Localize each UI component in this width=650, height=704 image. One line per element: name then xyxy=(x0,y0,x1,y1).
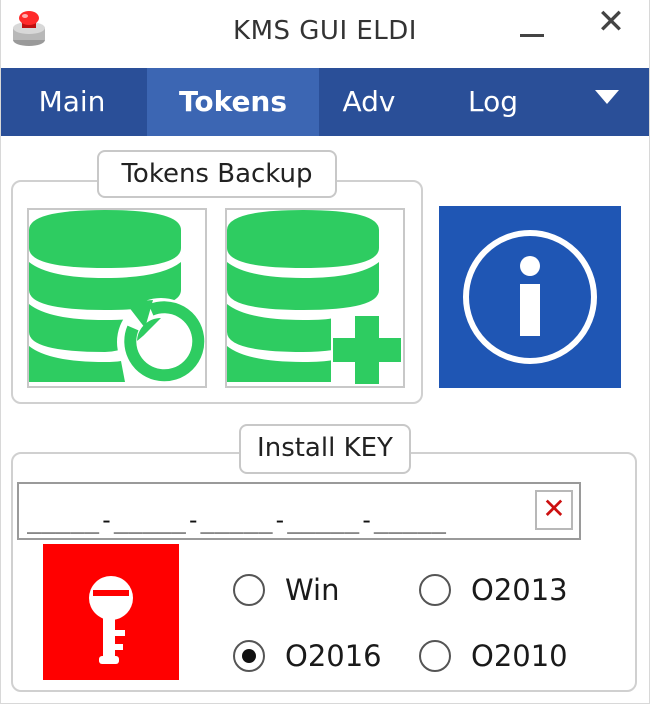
add-token-button[interactable] xyxy=(225,208,405,388)
tab-adv[interactable]: Adv xyxy=(319,68,419,136)
clear-icon: ✕ xyxy=(542,492,566,525)
install-key-button[interactable] xyxy=(43,544,179,680)
clear-key-button[interactable]: ✕ xyxy=(535,490,573,530)
chevron-down-icon[interactable] xyxy=(595,90,619,104)
restore-tokens-button[interactable] xyxy=(27,208,207,388)
database-restore-icon xyxy=(29,210,205,386)
tab-bar: Main Tokens Adv Log xyxy=(1,68,649,136)
radio-circle xyxy=(419,640,451,672)
radio-selected-dot xyxy=(242,649,256,663)
tab-tokens[interactable]: Tokens xyxy=(147,68,319,136)
install-key-label: Install KEY xyxy=(239,424,411,474)
tokens-backup-label: Tokens Backup xyxy=(97,150,337,198)
info-icon xyxy=(463,230,597,364)
tab-log[interactable]: Log xyxy=(433,68,553,136)
radio-circle xyxy=(233,640,265,672)
radio-label: O2013 xyxy=(471,573,568,607)
kms-window: KMS GUI ELDI ✕ Main Tokens Adv Log Token… xyxy=(0,0,650,704)
info-button[interactable] xyxy=(439,206,621,388)
key-icon xyxy=(89,576,133,664)
close-icon: ✕ xyxy=(596,2,626,42)
title-bar[interactable]: KMS GUI ELDI ✕ xyxy=(1,0,649,66)
radio-circle xyxy=(419,574,451,606)
radio-label: Win xyxy=(285,573,340,607)
radio-label: O2010 xyxy=(471,639,568,673)
tab-main[interactable]: Main xyxy=(1,68,143,136)
radio-circle xyxy=(233,574,265,606)
minimize-icon xyxy=(520,34,544,37)
close-button[interactable]: ✕ xyxy=(585,0,637,48)
minimize-button[interactable] xyxy=(506,8,556,52)
product-key-field: ✕ xyxy=(17,482,581,540)
database-add-icon xyxy=(227,210,403,386)
radio-label: O2016 xyxy=(285,639,382,673)
product-key-input[interactable] xyxy=(19,484,519,538)
